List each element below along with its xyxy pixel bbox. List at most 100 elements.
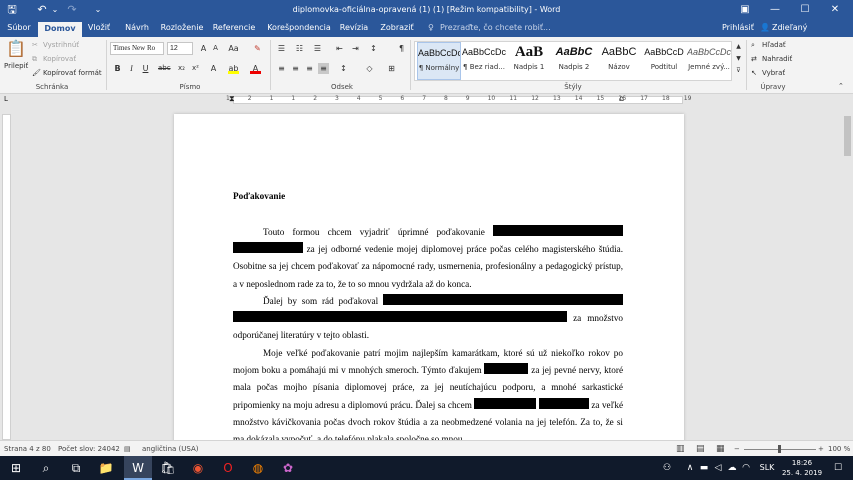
numbering-icon[interactable]: ☷: [294, 43, 305, 54]
paint-icon[interactable]: ✿: [274, 456, 302, 480]
style-no-spacing[interactable]: AaBbCcDc ¶ Bez riad...: [462, 42, 506, 80]
tab-references[interactable]: Referencie: [212, 20, 256, 37]
find-icon[interactable]: ⌕: [751, 40, 755, 50]
input-language[interactable]: SLK: [756, 456, 778, 480]
style-title[interactable]: AaBbC Názov: [597, 42, 641, 80]
align-right-icon[interactable]: ≡: [304, 63, 315, 74]
line-spacing-icon[interactable]: ↕: [338, 63, 349, 74]
multilevel-list-icon[interactable]: ☰: [312, 43, 323, 54]
paste-icon[interactable]: 📋: [6, 40, 26, 58]
volume-icon[interactable]: ◁: [712, 456, 724, 480]
change-case-icon[interactable]: Aa: [228, 43, 239, 54]
show-marks-icon[interactable]: ¶: [396, 43, 407, 54]
ribbon-display-icon[interactable]: ▣: [730, 0, 760, 20]
collapse-ribbon-icon[interactable]: ⌃: [838, 81, 844, 91]
zoom-in-icon[interactable]: +: [818, 441, 824, 457]
tell-me-icon[interactable]: ♀: [428, 20, 434, 36]
scrollbar-thumb[interactable]: [844, 116, 851, 156]
highlight-icon[interactable]: ab: [228, 63, 239, 74]
justify-icon[interactable]: ≡: [318, 63, 329, 74]
print-layout-icon[interactable]: ▤: [696, 441, 705, 457]
tray-chevron-icon[interactable]: ∧: [684, 456, 696, 480]
format-painter-icon[interactable]: 🖌: [32, 68, 41, 78]
people-icon[interactable]: ⚇: [660, 456, 674, 480]
network-icon[interactable]: ▬: [698, 456, 710, 480]
increase-indent-icon[interactable]: ⇥: [350, 43, 361, 54]
file-explorer-icon[interactable]: 📁: [92, 456, 120, 480]
tab-mailings[interactable]: Korešpondencia: [264, 20, 334, 37]
language-label[interactable]: angličtina (USA): [142, 441, 199, 457]
word-count[interactable]: Počet slov: 24042: [58, 441, 120, 457]
style-subtitle[interactable]: AaBbCcD Podtitul: [642, 42, 686, 80]
style-heading-2[interactable]: AaBbC Nadpis 2: [552, 42, 596, 80]
replace-icon[interactable]: ⇄: [751, 54, 757, 64]
share-icon[interactable]: 👤: [760, 20, 770, 36]
font-size-combo[interactable]: 12: [167, 42, 193, 55]
shading-icon[interactable]: ◇: [364, 63, 375, 74]
firefox-icon[interactable]: ◍: [244, 456, 272, 480]
decrease-indent-icon[interactable]: ⇤: [334, 43, 345, 54]
opera-icon[interactable]: O: [214, 456, 242, 480]
style-subtle-emphasis[interactable]: AaBbCcDc Jemné zvý...: [687, 42, 731, 80]
sign-in-link[interactable]: Prihlásiť: [722, 20, 754, 36]
align-left-icon[interactable]: ≡: [276, 63, 287, 74]
start-icon[interactable]: ⊞: [2, 456, 30, 480]
chrome-icon[interactable]: ◉: [184, 456, 212, 480]
text-effects-icon[interactable]: A: [208, 63, 219, 74]
style-normal[interactable]: AaBbCcDc ¶ Normálny: [417, 42, 461, 80]
maximize-button[interactable]: ☐: [790, 0, 820, 20]
grow-font-icon[interactable]: A: [198, 43, 209, 54]
clear-format-icon[interactable]: ✎: [252, 43, 263, 54]
tab-home[interactable]: Domov: [38, 22, 82, 37]
store-icon[interactable]: 🛍: [154, 456, 182, 480]
superscript-icon[interactable]: x²: [190, 63, 201, 74]
zoom-slider-thumb[interactable]: [778, 445, 781, 453]
tell-me-input[interactable]: Prezraďte, čo chcete robiť...: [440, 20, 551, 36]
italic-icon[interactable]: I: [126, 63, 137, 74]
zoom-level[interactable]: 100 %: [828, 441, 850, 457]
tab-selector-icon[interactable]: L: [4, 95, 8, 103]
page-count[interactable]: Strana 4 z 80: [4, 441, 51, 457]
task-view-icon[interactable]: ⧉: [62, 456, 90, 480]
shrink-font-icon[interactable]: A: [210, 43, 221, 54]
find-button[interactable]: Hľadať: [762, 40, 786, 50]
search-icon[interactable]: ⌕: [32, 456, 60, 480]
font-name-combo[interactable]: Times New Ro: [110, 42, 164, 55]
onedrive-icon[interactable]: ☁: [726, 456, 738, 480]
document-page[interactable]: Poďakovanie Touto formou chcem vyjadriť …: [174, 114, 684, 440]
tab-file[interactable]: Súbor: [2, 20, 36, 37]
styles-gallery[interactable]: AaBbCcDc ¶ Normálny AaBbCcDc ¶ Bez riad...…: [414, 41, 732, 81]
tab-insert[interactable]: Vložiť: [84, 20, 114, 37]
font-color-icon[interactable]: A: [250, 63, 261, 74]
tab-design[interactable]: Návrh: [122, 20, 152, 37]
tab-layout[interactable]: Rozloženie: [160, 20, 204, 37]
read-mode-icon[interactable]: ▥: [676, 441, 685, 457]
subscript-icon[interactable]: x₂: [176, 63, 187, 74]
close-button[interactable]: ✕: [820, 0, 850, 20]
minimize-button[interactable]: —: [760, 0, 790, 20]
paste-button[interactable]: Prilepiť: [4, 61, 28, 71]
select-icon[interactable]: ↖: [751, 68, 757, 78]
replace-button[interactable]: Nahradiť: [762, 54, 792, 64]
tab-view[interactable]: Zobraziť: [378, 20, 416, 37]
underline-icon[interactable]: U: [140, 63, 151, 74]
notifications-icon[interactable]: ☐: [828, 456, 848, 480]
select-button[interactable]: Vybrať: [762, 68, 785, 78]
align-center-icon[interactable]: ≡: [290, 63, 301, 74]
styles-scroll-up-icon[interactable]: ▲: [733, 41, 744, 52]
style-heading-1[interactable]: AaB Nadpis 1: [507, 42, 551, 80]
clock[interactable]: 18:26 25. 4. 2019: [780, 458, 824, 478]
tab-review[interactable]: Revízia: [338, 20, 370, 37]
sort-icon[interactable]: ↕: [368, 43, 379, 54]
styles-scroll-down-icon[interactable]: ▼: [733, 53, 744, 64]
strikethrough-icon[interactable]: abc: [158, 63, 171, 74]
wifi-icon[interactable]: ◠: [740, 456, 752, 480]
format-painter-button[interactable]: Kopírovať formát: [43, 68, 102, 78]
proofing-icon[interactable]: ▤: [124, 441, 131, 457]
word-taskbar-icon[interactable]: W: [124, 456, 152, 480]
borders-icon[interactable]: ⊞: [386, 63, 397, 74]
zoom-out-icon[interactable]: −: [734, 441, 740, 457]
bullets-icon[interactable]: ☰: [276, 43, 287, 54]
vertical-scrollbar[interactable]: [842, 106, 853, 440]
bold-icon[interactable]: B: [112, 63, 123, 74]
